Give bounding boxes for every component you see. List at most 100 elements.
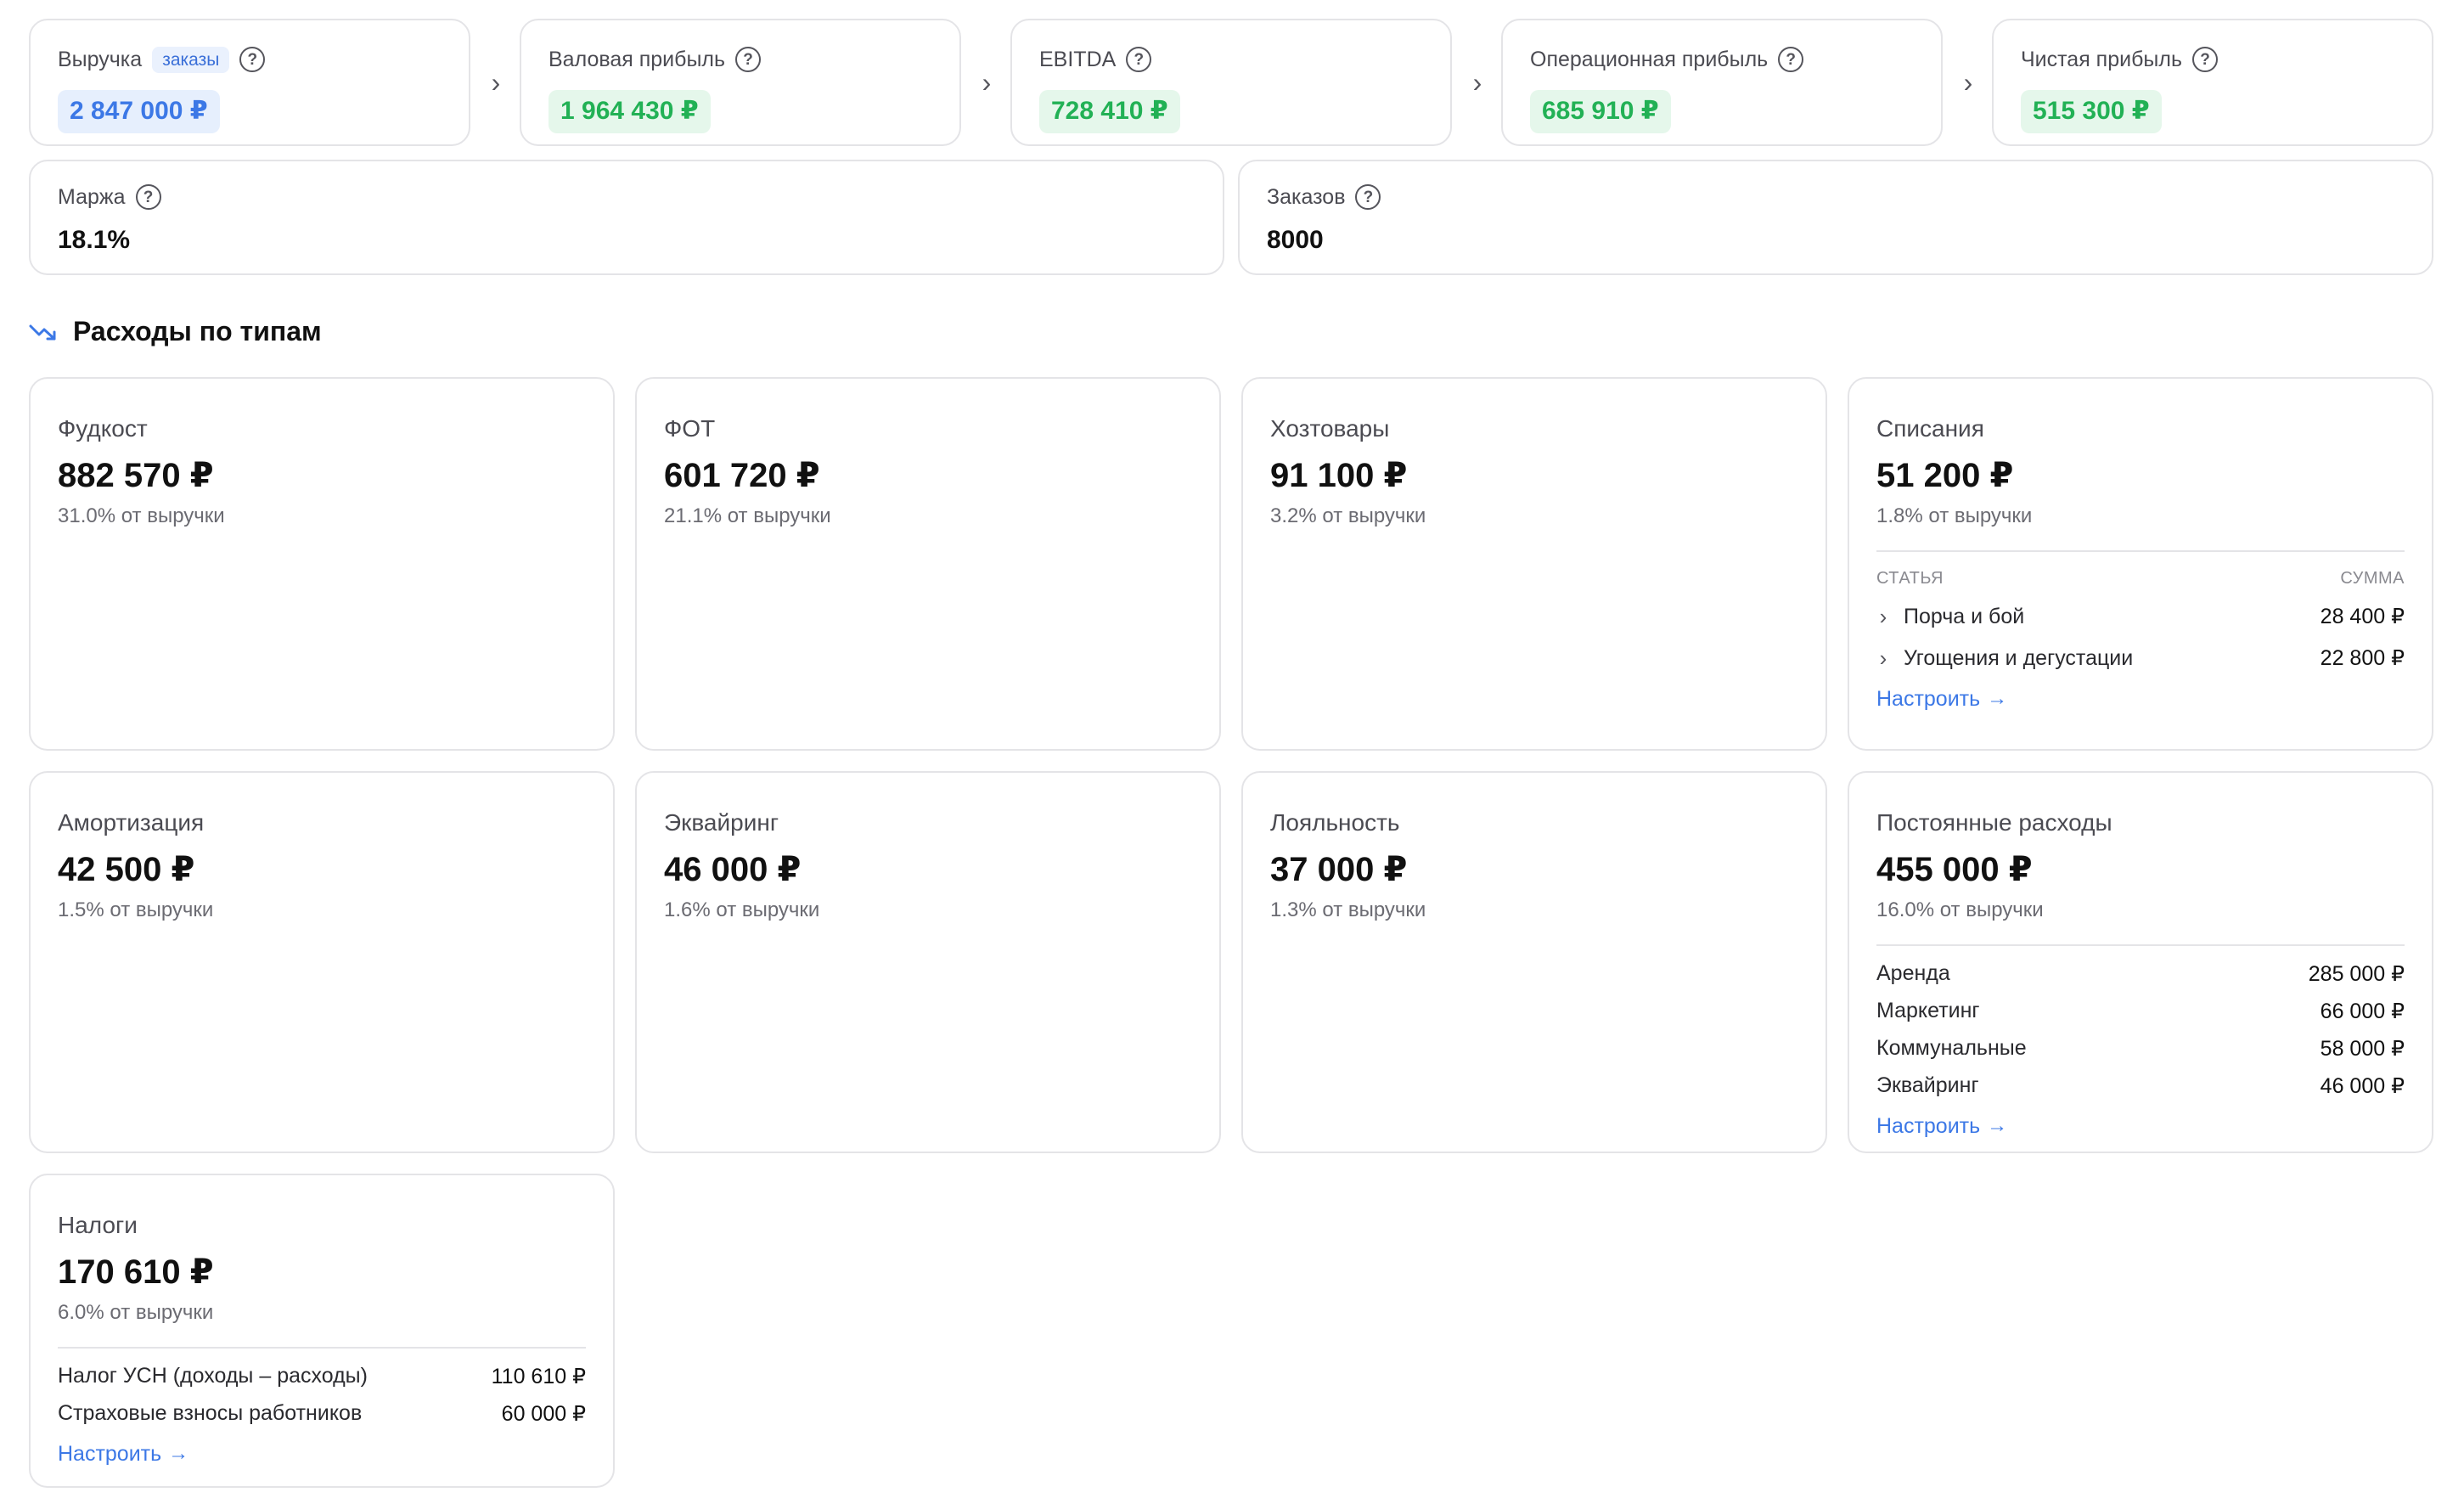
configure-link-label: Настроить bbox=[1876, 686, 1981, 711]
kpi-net-profit-label: Чистая прибыль bbox=[2021, 47, 2182, 71]
section-title: Расходы по типам bbox=[73, 316, 322, 346]
kpi-operating-profit-card[interactable]: Операционная прибыль ? 685 910 ₽ bbox=[1501, 19, 1943, 146]
breakdown-row: Страховые взносы работников 60 000 ₽ bbox=[58, 1401, 586, 1427]
kpi-gross-profit-card[interactable]: Валовая прибыль ? 1 964 430 ₽ bbox=[520, 19, 961, 146]
kpi-ebitda-value: 728 410 ₽ bbox=[1039, 90, 1180, 133]
page: Выручка заказы ? 2 847 000 ₽ › Валовая п… bbox=[0, 0, 2464, 1498]
breakdown-label: Страховые взносы работников bbox=[58, 1401, 363, 1426]
expense-card-payroll[interactable]: ФОТ 601 720 ₽ 21.1% от выручки bbox=[635, 377, 1221, 751]
breakdown-row: Эквайринг 46 000 ₽ bbox=[1876, 1073, 2405, 1099]
configure-link[interactable]: Настроить → bbox=[1876, 687, 2007, 712]
breakdown-row: Налог УСН (доходы – расходы) 110 610 ₽ bbox=[58, 1364, 586, 1389]
trend-down-icon bbox=[29, 324, 56, 340]
expense-share: 1.8% от выручки bbox=[1876, 504, 2033, 527]
arrow-right-icon: → bbox=[168, 1442, 189, 1466]
chevron-right-icon: › bbox=[982, 66, 992, 98]
expense-card-fixed[interactable]: Постоянные расходы 455 000 ₽ 16.0% от вы… bbox=[1848, 771, 2433, 1153]
expense-card-supplies[interactable]: Хозтовары 91 100 ₽ 3.2% от выручки bbox=[1241, 377, 1827, 751]
kpi-operating-profit-label: Операционная прибыль bbox=[1530, 47, 1769, 71]
expense-value: 91 100 ₽ bbox=[1270, 456, 1408, 494]
expense-card-foodcost[interactable]: Фудкост 882 570 ₽ 31.0% от выручки bbox=[29, 377, 615, 751]
expense-name: Амортизация bbox=[58, 809, 205, 836]
expense-card-loyalty[interactable]: Лояльность 37 000 ₽ 1.3% от выручки bbox=[1241, 771, 1827, 1153]
configure-link[interactable]: Настроить → bbox=[58, 1442, 188, 1467]
kpi-ebitda-card[interactable]: EBITDA ? 728 410 ₽ bbox=[1010, 19, 1452, 146]
arrow-right-icon: → bbox=[1987, 1114, 2008, 1138]
breakdown-amount: 66 000 ₽ bbox=[2320, 999, 2405, 1023]
orders-card: Заказов ? 8000 bbox=[1238, 160, 2433, 275]
chevron-right-icon[interactable]: › bbox=[1876, 604, 1890, 630]
expense-share: 6.0% от выручки bbox=[58, 1300, 214, 1324]
column-header-item: СТАТЬЯ bbox=[1876, 568, 1944, 588]
margin-label: Маржа bbox=[58, 184, 126, 209]
breakdown-label: Эквайринг bbox=[1876, 1073, 1979, 1098]
kpi-revenue-label: Выручка bbox=[58, 47, 143, 71]
expense-name: Налоги bbox=[58, 1212, 138, 1238]
expense-value: 455 000 ₽ bbox=[1876, 850, 2033, 888]
configure-link[interactable]: Настроить → bbox=[1876, 1114, 2007, 1139]
help-icon[interactable]: ? bbox=[1126, 47, 1152, 72]
expense-card-acquiring[interactable]: Эквайринг 46 000 ₽ 1.6% от выручки bbox=[635, 771, 1221, 1153]
breakdown-amount: 60 000 ₽ bbox=[501, 1401, 586, 1426]
section-header: Расходы по типам bbox=[29, 316, 322, 347]
expense-share: 1.3% от выручки bbox=[1270, 898, 1426, 921]
expense-value: 37 000 ₽ bbox=[1270, 850, 1408, 888]
chevron-right-icon[interactable]: › bbox=[1876, 645, 1890, 672]
breakdown-amount: 58 000 ₽ bbox=[2320, 1036, 2405, 1061]
expense-value: 170 610 ₽ bbox=[58, 1253, 214, 1291]
help-icon[interactable]: ? bbox=[735, 47, 762, 72]
margin-card: Маржа ? 18.1% bbox=[29, 160, 1224, 275]
breakdown-row: Коммунальные 58 000 ₽ bbox=[1876, 1036, 2405, 1062]
help-icon[interactable]: ? bbox=[239, 47, 266, 72]
configure-link-label: Настроить bbox=[58, 1441, 162, 1466]
help-icon[interactable]: ? bbox=[1778, 47, 1804, 72]
divider bbox=[58, 1346, 586, 1349]
breakdown-amount: 110 610 ₽ bbox=[491, 1364, 586, 1388]
expense-name: Постоянные расходы bbox=[1876, 809, 2112, 836]
expense-name: Фудкост bbox=[58, 415, 148, 442]
expense-share: 1.5% от выручки bbox=[58, 898, 214, 921]
orders-value: 8000 bbox=[1267, 226, 1324, 254]
kpi-revenue-card[interactable]: Выручка заказы ? 2 847 000 ₽ bbox=[29, 19, 470, 146]
expense-value: 51 200 ₽ bbox=[1876, 456, 2014, 494]
divider bbox=[1876, 549, 2405, 552]
expense-name: Лояльность bbox=[1270, 809, 1400, 836]
expense-value: 46 000 ₽ bbox=[664, 850, 802, 888]
help-icon[interactable]: ? bbox=[135, 184, 161, 210]
breakdown-label: Угощения и дегустации bbox=[1904, 645, 2134, 670]
breakdown-label: Коммунальные bbox=[1876, 1036, 2027, 1061]
help-icon[interactable]: ? bbox=[1355, 184, 1381, 210]
expense-share: 1.6% от выручки bbox=[664, 898, 820, 921]
expense-name: ФОТ bbox=[664, 415, 716, 442]
kpi-net-profit-value: 515 300 ₽ bbox=[2021, 90, 2162, 133]
expense-value: 601 720 ₽ bbox=[664, 456, 820, 494]
chevron-right-icon: › bbox=[1963, 66, 1973, 98]
breakdown-row[interactable]: › Порча и бой 28 400 ₽ bbox=[1876, 604, 2405, 630]
orders-label: Заказов bbox=[1267, 184, 1346, 209]
expense-card-depreciation[interactable]: Амортизация 42 500 ₽ 1.5% от выручки bbox=[29, 771, 615, 1153]
breakdown-label: Налог УСН (доходы – расходы) bbox=[58, 1364, 368, 1388]
breakdown-amount: 285 000 ₽ bbox=[2308, 961, 2405, 986]
configure-link-label: Настроить bbox=[1876, 1113, 1981, 1138]
chevron-right-icon: › bbox=[1472, 66, 1482, 98]
breakdown-amount: 22 800 ₽ bbox=[2320, 646, 2405, 671]
margin-value: 18.1% bbox=[58, 226, 131, 254]
expense-name: Списания bbox=[1876, 415, 1984, 442]
expense-name: Эквайринг bbox=[664, 809, 779, 836]
breakdown-row: Аренда 285 000 ₽ bbox=[1876, 961, 2405, 987]
expense-share: 31.0% от выручки bbox=[58, 504, 225, 527]
help-icon[interactable]: ? bbox=[2192, 47, 2218, 72]
breakdown-row[interactable]: › Угощения и дегустации 22 800 ₽ bbox=[1876, 645, 2405, 672]
breakdown-amount: 28 400 ₽ bbox=[2320, 605, 2405, 629]
kpi-ebitda-label: EBITDA bbox=[1039, 47, 1117, 71]
breakdown-label: Маркетинг bbox=[1876, 999, 1980, 1023]
column-header-amount: СУММА bbox=[2340, 568, 2405, 588]
breakdown-label: Порча и бой bbox=[1904, 604, 2025, 628]
kpi-revenue-value: 2 847 000 ₽ bbox=[58, 90, 220, 133]
kpi-row: Выручка заказы ? 2 847 000 ₽ › Валовая п… bbox=[29, 19, 2433, 146]
expense-card-writeoffs[interactable]: Списания 51 200 ₽ 1.8% от выручки СТАТЬЯ… bbox=[1848, 377, 2433, 751]
kpi-net-profit-card[interactable]: Чистая прибыль ? 515 300 ₽ bbox=[1992, 19, 2433, 146]
expense-card-taxes[interactable]: Налоги 170 610 ₽ 6.0% от выручки Налог У… bbox=[29, 1174, 615, 1488]
orders-tag[interactable]: заказы bbox=[152, 46, 230, 73]
expense-share: 21.1% от выручки bbox=[664, 504, 831, 527]
